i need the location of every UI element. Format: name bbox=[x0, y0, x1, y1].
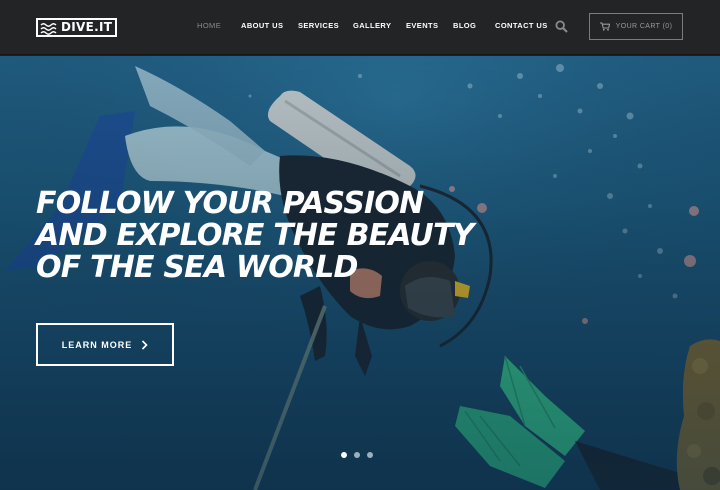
logo[interactable]: DIVE.IT bbox=[36, 18, 118, 37]
waves-icon bbox=[40, 22, 57, 35]
nav-item-blog[interactable]: BLOG bbox=[453, 20, 476, 32]
hero-banner: FOLLOW YOUR PASSION AND EXPLORE THE BEAU… bbox=[0, 56, 720, 490]
learn-more-button[interactable]: LEARN MORE bbox=[36, 323, 174, 366]
site-header: DIVE.IT HOME ABOUT US SERVICES GALLERY E… bbox=[0, 0, 720, 55]
nav-item-gallery[interactable]: GALLERY bbox=[353, 20, 391, 32]
brand-name: DIVE.IT bbox=[61, 20, 113, 34]
nav-item-contact-us[interactable]: CONTACT US bbox=[495, 20, 548, 32]
cart-button[interactable]: YOUR CART (0) bbox=[589, 13, 683, 40]
headline-line: FOLLOW YOUR PASSION bbox=[36, 186, 424, 221]
slider-pagination bbox=[341, 452, 380, 458]
nav-item-about-us[interactable]: ABOUT US bbox=[241, 20, 283, 32]
learn-more-label: LEARN MORE bbox=[61, 339, 133, 350]
slider-dot[interactable] bbox=[341, 452, 347, 458]
nav-item-events[interactable]: EVENTS bbox=[406, 20, 438, 32]
nav-item-home[interactable]: HOME bbox=[197, 20, 221, 32]
chevron-right-icon bbox=[142, 339, 148, 350]
nav-item-services[interactable]: SERVICES bbox=[298, 20, 339, 32]
hero-headline: FOLLOW YOUR PASSION AND EXPLORE THE BEAU… bbox=[36, 188, 476, 284]
slider-dot[interactable] bbox=[354, 452, 360, 458]
search-icon[interactable] bbox=[555, 20, 568, 33]
cart-icon bbox=[599, 22, 610, 31]
headline-line: AND EXPLORE THE BEAUTY bbox=[36, 218, 474, 253]
slider-dot[interactable] bbox=[367, 452, 373, 458]
headline-line: OF THE SEA WORLD bbox=[36, 250, 358, 285]
cart-label: YOUR CART (0) bbox=[615, 23, 673, 30]
